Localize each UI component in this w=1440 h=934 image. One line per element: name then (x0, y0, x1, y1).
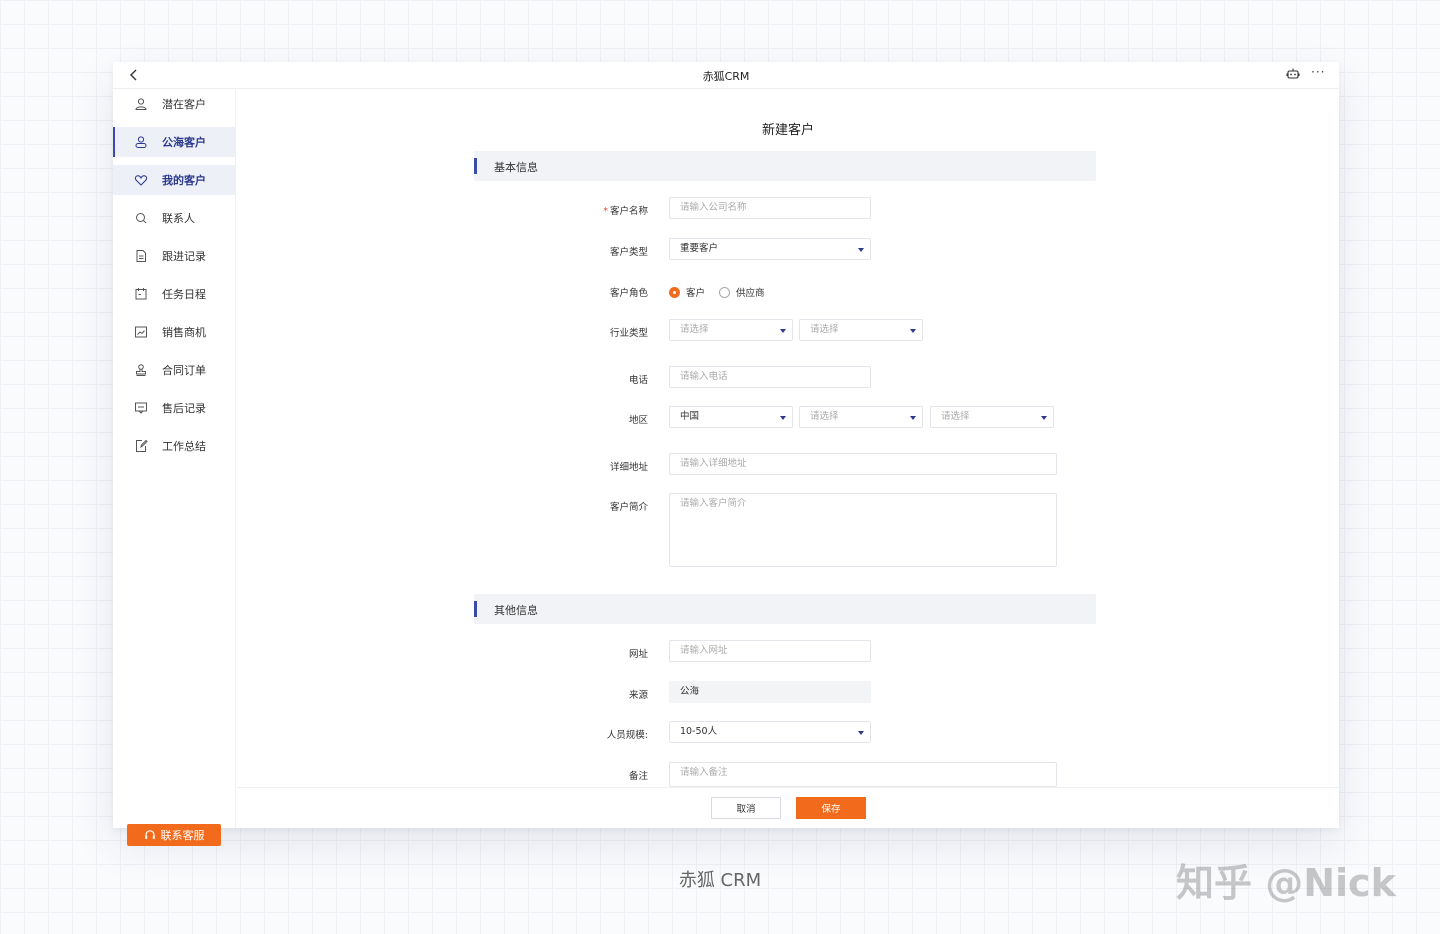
staff-size-select[interactable]: 10-50人 (669, 721, 871, 743)
region-province-select[interactable]: 请选择 (799, 406, 923, 428)
website-input[interactable]: 请输入网址 (669, 640, 871, 662)
sidebar-item-label: 联系人 (162, 212, 195, 225)
radio-dot (719, 286, 731, 298)
sidebar-item-follow-up[interactable]: 跟进记录 (113, 241, 236, 271)
sidebar-item-potential-customers[interactable]: 潜在客户 (113, 89, 236, 119)
sidebar-item-label: 跟进记录 (162, 250, 206, 263)
customer-role-label: 客户角色 (609, 288, 648, 299)
industry-select-primary[interactable]: 请选择 (669, 319, 793, 341)
radio-label: 供应商 (736, 288, 765, 299)
headset-icon (144, 830, 155, 839)
contact-support-button[interactable]: 联系客服 (127, 824, 221, 846)
radio-dot (669, 286, 680, 298)
section-basic-info: 基本信息 (474, 151, 1096, 181)
sidebar: 潜在客户 公海客户 我的客户 联系人 跟进记录 任务日程 销售商机 合同订单 售… (113, 89, 236, 846)
sidebar-item-public-customers[interactable]: 公海客户 (113, 127, 236, 157)
title-bar: 赤狐CRM ··· (113, 62, 1339, 89)
sidebar-item-label: 合同订单 (162, 364, 206, 377)
screen-frame: 赤狐CRM ··· 潜在客户 公海客户 我的客户 联系人 跟进记录 任务日程 销… (0, 0, 1440, 934)
industry-select-secondary[interactable]: 请选择 (799, 319, 923, 341)
address-label: 详细地址 (609, 462, 648, 473)
cancel-button[interactable]: 取消 (711, 797, 781, 819)
window-title: 赤狐CRM (702, 70, 750, 83)
main-content: 新建客户 基本信息 * 客户名称 请输入公司名称 客户类型 重要客户 客户角色 客… (237, 89, 1339, 787)
role-radio-customer[interactable]: 客户 (669, 285, 705, 299)
region-country-select[interactable]: 中国 (669, 406, 793, 428)
customer-type-select[interactable]: 重要客户 (669, 238, 871, 260)
region-city-select[interactable]: 请选择 (930, 406, 1054, 428)
radio-label: 客户 (686, 288, 706, 299)
staff-size-label: 人员规模: (606, 730, 648, 741)
group-user-icon (135, 136, 147, 148)
phone-input[interactable]: 请输入电话 (669, 366, 871, 388)
sidebar-item-label: 我的客户 (162, 174, 206, 187)
sidebar-item-label: 公海客户 (162, 136, 206, 149)
sidebar-item-work-summary[interactable]: 工作总结 (113, 431, 236, 461)
search-contact-icon (136, 213, 147, 224)
address-input[interactable]: 请输入详细地址 (669, 453, 1057, 475)
contact-support-label: 联系客服 (160, 829, 205, 842)
remark-input[interactable]: 请输入备注 (669, 762, 1057, 787)
document-icon (136, 250, 146, 262)
robot-icon[interactable] (1286, 67, 1300, 81)
app-window: 赤狐CRM ··· 潜在客户 公海客户 我的客户 联系人 跟进记录 任务日程 销… (113, 62, 1339, 846)
region-label: 地区 (628, 415, 648, 426)
customer-name-label-text: 客户名称 (609, 206, 648, 217)
sidebar-item-label: 销售商机 (162, 326, 206, 339)
intro-label: 客户简介 (609, 502, 648, 513)
chart-icon (135, 326, 147, 338)
website-label: 网址 (628, 649, 648, 660)
source-label: 来源 (628, 690, 648, 701)
section-other-info: 其他信息 (474, 594, 1096, 624)
required-mark: * (603, 206, 608, 217)
more-options-icon[interactable]: ··· (1311, 65, 1325, 79)
sidebar-item-opportunities[interactable]: 销售商机 (113, 317, 236, 347)
source-field: 公海 (669, 681, 871, 703)
edit-note-icon (136, 439, 148, 452)
sidebar-item-tasks[interactable]: 任务日程 (113, 279, 236, 309)
form-footer: 取消 保存 (237, 787, 1339, 828)
message-icon (135, 402, 147, 414)
customer-role-radio-group: 客户 供应商 (669, 285, 779, 299)
sidebar-item-label: 售后记录 (162, 402, 206, 415)
sidebar-item-contracts[interactable]: 合同订单 (113, 355, 236, 385)
sidebar-item-label: 潜在客户 (162, 98, 206, 111)
remark-label: 备注 (628, 771, 648, 782)
section-title: 其他信息 (494, 604, 538, 617)
role-radio-supplier[interactable]: 供应商 (719, 285, 765, 299)
customer-name-label: * 客户名称 (548, 203, 648, 217)
industry-label: 行业类型 (609, 328, 648, 339)
stamp-icon (136, 364, 146, 376)
user-icon (135, 98, 147, 110)
intro-textarea[interactable]: 请输入客户简介 (669, 493, 1057, 567)
sidebar-item-after-sales[interactable]: 售后记录 (113, 393, 236, 423)
heart-icon (134, 175, 148, 186)
customer-type-label: 客户类型 (609, 247, 648, 258)
watermark: 知乎 @Nick (1176, 861, 1396, 905)
phone-label: 电话 (628, 375, 648, 386)
section-title: 基本信息 (494, 161, 538, 174)
sidebar-item-label: 任务日程 (162, 288, 206, 301)
save-button[interactable]: 保存 (796, 797, 866, 819)
page-title: 新建客户 (761, 123, 814, 138)
sidebar-item-my-customers[interactable]: 我的客户 (113, 165, 236, 195)
sidebar-item-contacts[interactable]: 联系人 (113, 203, 236, 233)
sidebar-item-label: 工作总结 (162, 440, 206, 453)
customer-name-input[interactable]: 请输入公司名称 (669, 197, 871, 219)
calendar-icon (135, 288, 147, 300)
